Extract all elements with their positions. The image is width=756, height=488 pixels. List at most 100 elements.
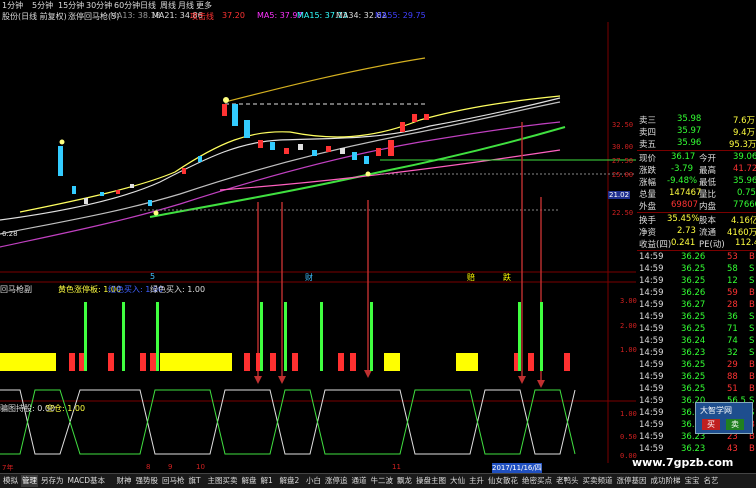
period-15min[interactable]: 15分钟	[58, 0, 84, 11]
tick-row: 14:59 36.25 58 S	[639, 264, 755, 274]
outer-row: 外盘 69807 内盘 77660	[639, 200, 756, 212]
tab-item[interactable]: 操盘主图	[415, 475, 447, 487]
tab-item[interactable]: 绝密买点	[521, 475, 553, 487]
tab-item[interactable]: 仙女散花	[487, 475, 519, 487]
candles	[58, 104, 429, 206]
tab-item[interactable]: MACD基本	[67, 475, 106, 487]
tab-item[interactable]: 解盘	[241, 475, 258, 487]
axis-label-2750: 27.50	[612, 157, 634, 165]
tick-row: 14:59 36.26 59 B	[639, 288, 755, 298]
tick-row: 14:59 36.25 29 B	[639, 360, 755, 370]
popup-title: 大智学网	[700, 406, 732, 415]
change-row: 涨跌 -3.79 最高 41.72	[639, 164, 756, 176]
tab-item[interactable]: 成功阶梯	[650, 475, 682, 487]
tick-row: 14:59 36.25 88 B	[639, 372, 755, 382]
sub2-lines	[0, 389, 576, 455]
period-60min[interactable]: 60分钟	[114, 0, 140, 11]
current-date: 2017/11/16/四	[492, 463, 542, 473]
tick-row: 14:59 36.27 28 B	[639, 300, 755, 310]
watermark: www.7gpzb.com	[632, 456, 734, 469]
sell3-row: 卖三 35.98 7.6万	[639, 114, 756, 126]
marker-die: 跌	[503, 273, 511, 282]
total-row: 总量 147467 量比 0.75	[639, 188, 756, 200]
tick-row: 14:59 36.26 53 B	[639, 252, 755, 262]
sub2-legend-empty: 空仓: 1.00	[46, 404, 86, 413]
sub2-axis-05: 0.50	[620, 433, 637, 441]
tab-item[interactable]: 宝宝	[684, 475, 701, 487]
marker-5: 5	[150, 272, 156, 281]
income-row: 收益(四) 0.241 PE(动) 112.4	[639, 238, 756, 250]
tab-item[interactable]: 主升	[468, 475, 485, 487]
tab-item[interactable]: 解盘2	[279, 475, 301, 487]
sub1-bars	[0, 302, 570, 371]
price-tag: 21.02	[608, 191, 631, 199]
tab-item[interactable]: 牛二波	[370, 475, 395, 487]
sub1-axis-3: 3.00	[620, 297, 637, 305]
axis-label-2250: 22.50	[612, 209, 634, 217]
low-price-label: 6.28	[2, 230, 18, 238]
net-row: 净资 2.73 流通 4160万	[639, 226, 756, 238]
tab-item[interactable]: 小白	[305, 475, 322, 487]
axis-label-3250: 32.50	[612, 121, 634, 129]
buy-button[interactable]: 买	[702, 419, 720, 430]
indicator-tab-bar: 模拟 管理 另存为 MACD基本 财神 强势股 回马枪 旗T 主图买卖 解盘 解1 解盘2 小白 涨停追通…	[0, 473, 756, 488]
sub1-axis-2: 2.00	[620, 322, 637, 330]
marker-pei: 赔	[467, 273, 475, 282]
period-day[interactable]: 日线	[140, 0, 156, 11]
ma55-value: MA55: 29.75	[375, 11, 426, 20]
sell4-row: 卖四 35.97 9.4万	[639, 126, 756, 138]
tick-row: 14:59 36.25 12 S	[639, 276, 755, 286]
period-more[interactable]: 更多	[196, 0, 212, 11]
pct-row: 涨幅 -9.48% 最低 35.96	[639, 176, 756, 188]
tab-item[interactable]: 大仙	[449, 475, 466, 487]
tick-row: 14:59 36.23 32 S	[639, 348, 755, 358]
axis-label-3000: 30.00	[612, 143, 634, 151]
period-1min[interactable]: 1分钟	[2, 0, 23, 11]
sub2-axis-1: 1.00	[620, 410, 637, 418]
period-5min[interactable]: 5分钟	[32, 0, 53, 11]
tick-row: 14:59 36.25 71 S	[639, 324, 755, 334]
period-week[interactable]: 周线	[160, 0, 176, 11]
marker-cai: 财	[305, 273, 313, 282]
tab-item[interactable]: 管理	[21, 475, 38, 487]
tab-item[interactable]: 旗T	[188, 475, 202, 487]
tab-item[interactable]: 名艺	[703, 475, 720, 487]
sell-button[interactable]: 卖	[726, 419, 744, 430]
period-month[interactable]: 月线	[178, 0, 194, 11]
tab-item[interactable]: 老鸭头	[555, 475, 580, 487]
main-chart-legend: 股份(日线 前复权) 涨停回马枪(5) MA13: 38.18 MA21: 34…	[0, 11, 600, 22]
tab-item[interactable]: 主图买卖	[207, 475, 239, 487]
tab-item[interactable]: 另存为	[40, 475, 65, 487]
turnover-row: 换手 35.45% 股本 4.16亿	[639, 214, 756, 226]
period-30min[interactable]: 30分钟	[86, 0, 112, 11]
sub2-name: 骗图	[0, 404, 16, 413]
axis-label-2500: 25.00	[612, 171, 634, 179]
period-bar: 1分钟 5分钟 15分钟 30分钟 60分钟 日线 周线 月线 更多	[0, 0, 756, 10]
tab-item[interactable]: 通道	[351, 475, 368, 487]
tab-item[interactable]: 飘龙	[396, 475, 413, 487]
trade-popup[interactable]: 大智学网 买 卖	[695, 402, 753, 434]
attack-line-tag: 攻击线	[190, 12, 214, 21]
tick-row: 14:59 36.23 43 B	[639, 444, 755, 454]
tab-item[interactable]: 强势股	[135, 475, 160, 487]
tick-row: 14:59 36.25 36 S	[639, 312, 755, 322]
ma5-value: MA5: 37.97	[257, 11, 303, 20]
sell-arrows	[257, 122, 542, 382]
sub1-legend-green: 绿色买入: 1.00	[150, 285, 206, 294]
chart-area[interactable]	[0, 22, 636, 463]
tab-item[interactable]: 涨停追	[324, 475, 349, 487]
tick-row: 14:59 36.24 74 S	[639, 336, 755, 346]
tab-item[interactable]: 涨停基因	[616, 475, 648, 487]
sub1-axis-1: 1.00	[620, 346, 637, 354]
attack-line-value: 37.20	[222, 11, 245, 20]
tick-row: 14:59 36.25 51 B	[639, 384, 755, 394]
tab-item[interactable]: 模拟	[2, 475, 19, 487]
tab-item[interactable]: 解1	[260, 475, 274, 487]
tab-item[interactable]: 买卖频道	[582, 475, 614, 487]
now-row: 现价 36.17 今开 39.06	[639, 152, 756, 164]
sub1-name: 回马枪副	[0, 285, 32, 294]
tab-item[interactable]: 财神	[116, 475, 133, 487]
tab-item[interactable]: 回马枪	[161, 475, 186, 487]
stock-title: 股份(日线 前复权)	[2, 12, 67, 21]
sell5-row: 卖五 35.96 95.3万	[639, 138, 756, 150]
